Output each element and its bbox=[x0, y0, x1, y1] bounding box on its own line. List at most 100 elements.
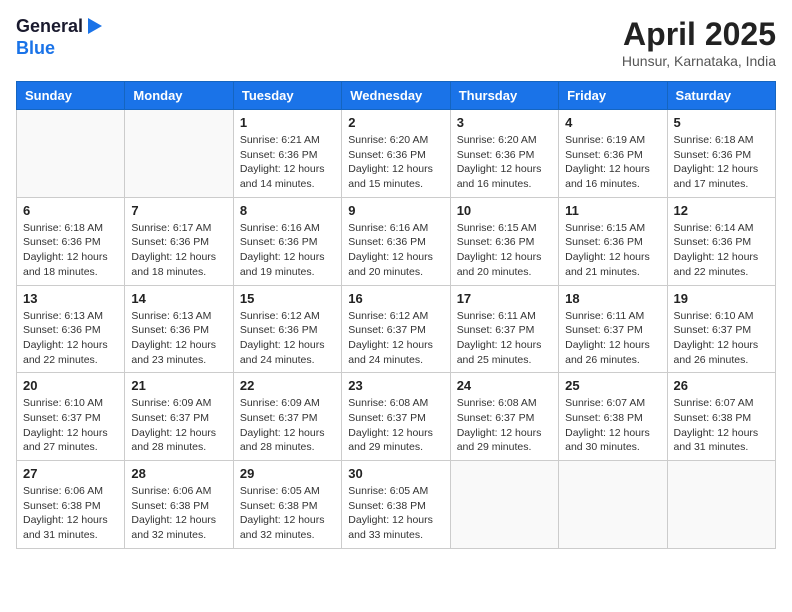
day-number: 28 bbox=[131, 466, 226, 481]
day-number: 17 bbox=[457, 291, 552, 306]
day-number: 24 bbox=[457, 378, 552, 393]
day-number: 3 bbox=[457, 115, 552, 130]
day-info: Sunrise: 6:09 AMSunset: 6:37 PMDaylight:… bbox=[240, 396, 335, 455]
weekday-header: Sunday bbox=[17, 82, 125, 110]
calendar-cell: 5 Sunrise: 6:18 AMSunset: 6:36 PMDaylight… bbox=[667, 110, 775, 198]
calendar-cell: 26 Sunrise: 6:07 AMSunset: 6:38 PMDayligh… bbox=[667, 373, 775, 461]
day-info: Sunrise: 6:20 AMSunset: 6:36 PMDaylight:… bbox=[457, 133, 552, 192]
day-number: 26 bbox=[674, 378, 769, 393]
day-info: Sunrise: 6:21 AMSunset: 6:36 PMDaylight:… bbox=[240, 133, 335, 192]
calendar-cell: 6Sunrise: 6:18 AMSunset: 6:36 PMDaylight… bbox=[17, 197, 125, 285]
calendar-week-row: 20 Sunrise: 6:10 AMSunset: 6:37 PMDayligh… bbox=[17, 373, 776, 461]
day-number: 8 bbox=[240, 203, 335, 218]
day-number: 15 bbox=[240, 291, 335, 306]
day-number: 11 bbox=[565, 203, 660, 218]
calendar-cell: 12 Sunrise: 6:14 AMSunset: 6:36 PMDayligh… bbox=[667, 197, 775, 285]
logo-blue: Blue bbox=[16, 38, 102, 60]
day-info: Sunrise: 6:11 AMSunset: 6:37 PMDaylight:… bbox=[565, 309, 660, 368]
logo-brand: General Blue bbox=[16, 16, 102, 59]
day-info: Sunrise: 6:10 AMSunset: 6:37 PMDaylight:… bbox=[23, 396, 118, 455]
day-info: Sunrise: 6:05 AMSunset: 6:38 PMDaylight:… bbox=[348, 484, 443, 543]
calendar-cell bbox=[667, 461, 775, 549]
day-number: 9 bbox=[348, 203, 443, 218]
day-number: 21 bbox=[131, 378, 226, 393]
day-info: Sunrise: 6:09 AMSunset: 6:37 PMDaylight:… bbox=[131, 396, 226, 455]
day-info: Sunrise: 6:06 AMSunset: 6:38 PMDaylight:… bbox=[23, 484, 118, 543]
logo: General Blue bbox=[16, 16, 102, 59]
day-info: Sunrise: 6:16 AMSunset: 6:36 PMDaylight:… bbox=[240, 221, 335, 280]
calendar-cell: 21 Sunrise: 6:09 AMSunset: 6:37 PMDayligh… bbox=[125, 373, 233, 461]
day-info: Sunrise: 6:15 AMSunset: 6:36 PMDaylight:… bbox=[457, 221, 552, 280]
calendar-cell: 11Sunrise: 6:15 AMSunset: 6:36 PMDayligh… bbox=[559, 197, 667, 285]
day-info: Sunrise: 6:10 AMSunset: 6:37 PMDaylight:… bbox=[674, 309, 769, 368]
day-info: Sunrise: 6:14 AMSunset: 6:36 PMDaylight:… bbox=[674, 221, 769, 280]
calendar-cell: 15Sunrise: 6:12 AMSunset: 6:36 PMDayligh… bbox=[233, 285, 341, 373]
calendar-cell: 20 Sunrise: 6:10 AMSunset: 6:37 PMDayligh… bbox=[17, 373, 125, 461]
weekday-header-row: SundayMondayTuesdayWednesdayThursdayFrid… bbox=[17, 82, 776, 110]
calendar-cell bbox=[17, 110, 125, 198]
calendar-cell bbox=[125, 110, 233, 198]
day-number: 14 bbox=[131, 291, 226, 306]
day-info: Sunrise: 6:20 AMSunset: 6:36 PMDaylight:… bbox=[348, 133, 443, 192]
calendar-cell: 28 Sunrise: 6:06 AMSunset: 6:38 PMDayligh… bbox=[125, 461, 233, 549]
day-number: 27 bbox=[23, 466, 118, 481]
day-info: Sunrise: 6:08 AMSunset: 6:37 PMDaylight:… bbox=[457, 396, 552, 455]
day-number: 1 bbox=[240, 115, 335, 130]
calendar-cell: 13Sunrise: 6:13 AMSunset: 6:36 PMDayligh… bbox=[17, 285, 125, 373]
calendar-week-row: 13Sunrise: 6:13 AMSunset: 6:36 PMDayligh… bbox=[17, 285, 776, 373]
day-number: 30 bbox=[348, 466, 443, 481]
day-info: Sunrise: 6:06 AMSunset: 6:38 PMDaylight:… bbox=[131, 484, 226, 543]
weekday-header: Saturday bbox=[667, 82, 775, 110]
location: Hunsur, Karnataka, India bbox=[622, 53, 776, 69]
day-number: 20 bbox=[23, 378, 118, 393]
weekday-header: Tuesday bbox=[233, 82, 341, 110]
day-number: 10 bbox=[457, 203, 552, 218]
calendar-cell: 16Sunrise: 6:12 AMSunset: 6:37 PMDayligh… bbox=[342, 285, 450, 373]
day-info: Sunrise: 6:13 AMSunset: 6:36 PMDaylight:… bbox=[131, 309, 226, 368]
page-header: General Blue April 2025 Hunsur, Karnatak… bbox=[16, 16, 776, 69]
day-number: 25 bbox=[565, 378, 660, 393]
day-number: 23 bbox=[348, 378, 443, 393]
calendar-cell: 29Sunrise: 6:05 AMSunset: 6:38 PMDayligh… bbox=[233, 461, 341, 549]
day-info: Sunrise: 6:16 AMSunset: 6:36 PMDaylight:… bbox=[348, 221, 443, 280]
calendar-cell: 4 Sunrise: 6:19 AMSunset: 6:36 PMDaylight… bbox=[559, 110, 667, 198]
calendar-cell: 24 Sunrise: 6:08 AMSunset: 6:37 PMDayligh… bbox=[450, 373, 558, 461]
day-number: 2 bbox=[348, 115, 443, 130]
calendar-cell: 25 Sunrise: 6:07 AMSunset: 6:38 PMDayligh… bbox=[559, 373, 667, 461]
calendar-cell: 17 Sunrise: 6:11 AMSunset: 6:37 PMDayligh… bbox=[450, 285, 558, 373]
day-number: 12 bbox=[674, 203, 769, 218]
calendar: SundayMondayTuesdayWednesdayThursdayFrid… bbox=[16, 81, 776, 549]
month-title: April 2025 bbox=[622, 16, 776, 53]
day-number: 5 bbox=[674, 115, 769, 130]
day-number: 18 bbox=[565, 291, 660, 306]
calendar-cell: 10 Sunrise: 6:15 AMSunset: 6:36 PMDayligh… bbox=[450, 197, 558, 285]
weekday-header: Wednesday bbox=[342, 82, 450, 110]
calendar-cell bbox=[559, 461, 667, 549]
day-number: 6 bbox=[23, 203, 118, 218]
calendar-cell bbox=[450, 461, 558, 549]
calendar-cell: 27 Sunrise: 6:06 AMSunset: 6:38 PMDayligh… bbox=[17, 461, 125, 549]
day-info: Sunrise: 6:18 AMSunset: 6:36 PMDaylight:… bbox=[674, 133, 769, 192]
day-number: 19 bbox=[674, 291, 769, 306]
calendar-cell: 2 Sunrise: 6:20 AMSunset: 6:36 PMDaylight… bbox=[342, 110, 450, 198]
day-info: Sunrise: 6:13 AMSunset: 6:36 PMDaylight:… bbox=[23, 309, 118, 368]
day-info: Sunrise: 6:08 AMSunset: 6:37 PMDaylight:… bbox=[348, 396, 443, 455]
day-info: Sunrise: 6:17 AMSunset: 6:36 PMDaylight:… bbox=[131, 221, 226, 280]
day-info: Sunrise: 6:12 AMSunset: 6:37 PMDaylight:… bbox=[348, 309, 443, 368]
calendar-cell: 1 Sunrise: 6:21 AMSunset: 6:36 PMDaylight… bbox=[233, 110, 341, 198]
day-info: Sunrise: 6:07 AMSunset: 6:38 PMDaylight:… bbox=[565, 396, 660, 455]
weekday-header: Thursday bbox=[450, 82, 558, 110]
calendar-cell: 9 Sunrise: 6:16 AMSunset: 6:36 PMDaylight… bbox=[342, 197, 450, 285]
calendar-week-row: 27 Sunrise: 6:06 AMSunset: 6:38 PMDayligh… bbox=[17, 461, 776, 549]
weekday-header: Monday bbox=[125, 82, 233, 110]
title-block: April 2025 Hunsur, Karnataka, India bbox=[622, 16, 776, 69]
calendar-cell: 23 Sunrise: 6:08 AMSunset: 6:37 PMDayligh… bbox=[342, 373, 450, 461]
day-number: 4 bbox=[565, 115, 660, 130]
calendar-cell: 18 Sunrise: 6:11 AMSunset: 6:37 PMDayligh… bbox=[559, 285, 667, 373]
calendar-week-row: 6Sunrise: 6:18 AMSunset: 6:36 PMDaylight… bbox=[17, 197, 776, 285]
day-number: 7 bbox=[131, 203, 226, 218]
day-info: Sunrise: 6:11 AMSunset: 6:37 PMDaylight:… bbox=[457, 309, 552, 368]
day-info: Sunrise: 6:19 AMSunset: 6:36 PMDaylight:… bbox=[565, 133, 660, 192]
day-number: 29 bbox=[240, 466, 335, 481]
day-info: Sunrise: 6:07 AMSunset: 6:38 PMDaylight:… bbox=[674, 396, 769, 455]
